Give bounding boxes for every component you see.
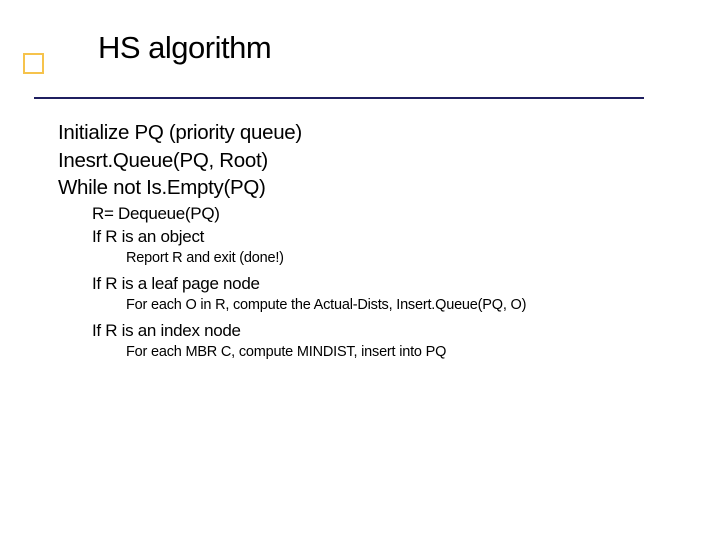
pseudocode-line: For each O in R, compute the Actual-Dist… (126, 296, 698, 315)
pseudocode-line: R= Dequeue(PQ) (92, 203, 698, 224)
pseudocode-line: Initialize PQ (priority queue) (58, 120, 698, 146)
algorithm-body: Initialize PQ (priority queue) Inesrt.Qu… (58, 120, 698, 367)
pseudocode-line: If R is an index node (92, 320, 698, 341)
pseudocode-line: Report R and exit (done!) (126, 249, 698, 268)
pseudocode-line: If R is a leaf page node (92, 273, 698, 294)
slide: HS algorithm Initialize PQ (priority que… (0, 0, 720, 540)
title-underline (34, 97, 644, 99)
accent-square-icon (23, 53, 44, 74)
pseudocode-line: If R is an object (92, 226, 698, 247)
slide-title: HS algorithm (98, 30, 271, 66)
pseudocode-line: Inesrt.Queue(PQ, Root) (58, 148, 698, 174)
pseudocode-line: For each MBR C, compute MINDIST, insert … (126, 343, 698, 362)
pseudocode-line: While not Is.Empty(PQ) (58, 175, 698, 201)
